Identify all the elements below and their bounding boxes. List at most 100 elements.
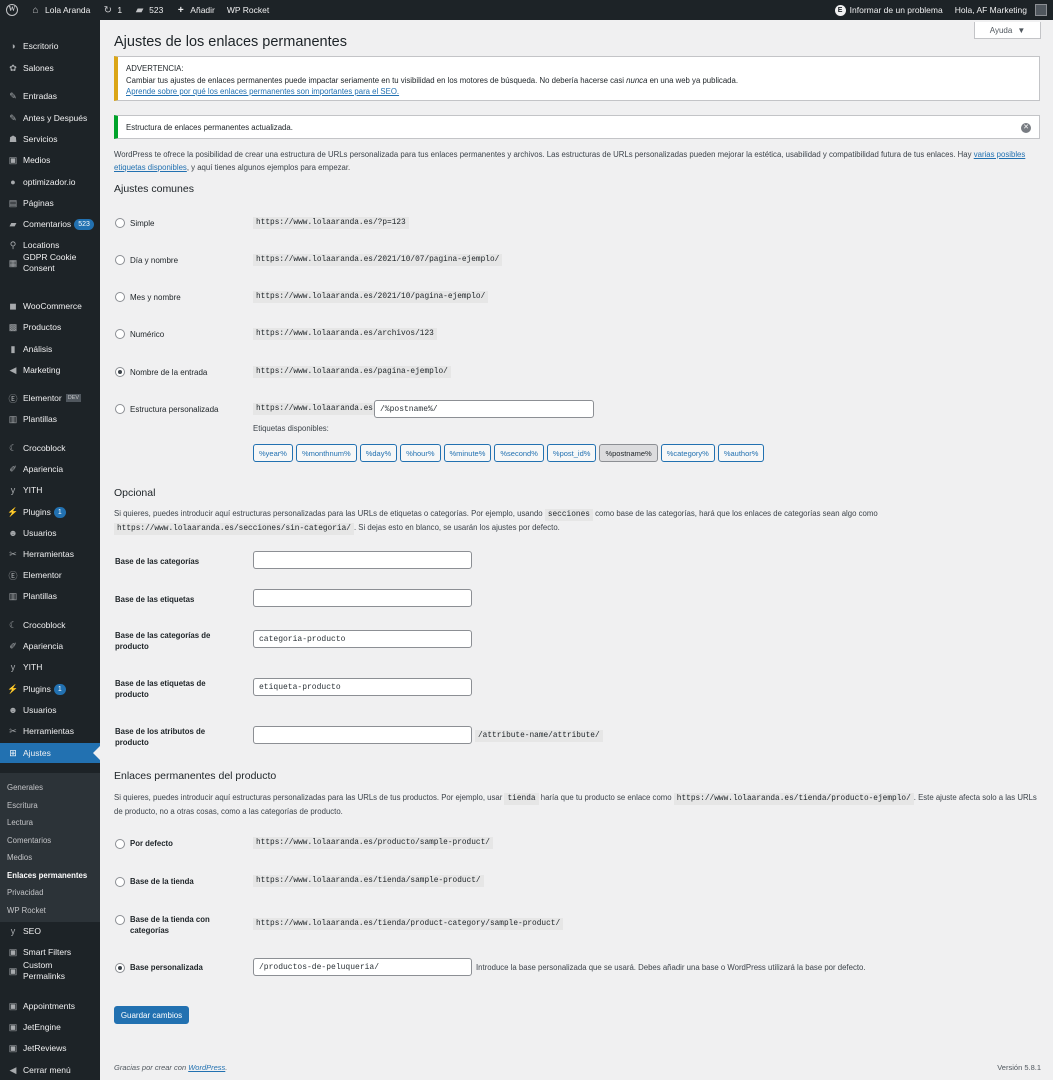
permalink-option-4[interactable]: Nombre de la entrada: [115, 367, 207, 377]
radio-button[interactable]: [115, 367, 125, 377]
submenu-item-wp-rocket[interactable]: WP Rocket: [7, 906, 46, 915]
sidebar-item-plantillas[interactable]: ▥ Plantillas: [0, 410, 100, 428]
sidebar-item-optimizador-io[interactable]: ● optimizador.io: [0, 173, 100, 191]
permalink-option-5[interactable]: Estructura personalizada: [115, 404, 219, 414]
sidebar-item-entradas[interactable]: ✎ Entradas: [0, 87, 100, 105]
radio-button[interactable]: [115, 255, 125, 265]
sidebar-item-servicios[interactable]: ☗ Servicios: [0, 130, 100, 148]
tag-button[interactable]: %year%: [253, 444, 293, 462]
submenu-item-enlaces-permanentes[interactable]: Enlaces permanentes: [7, 871, 87, 880]
product-base-option-2[interactable]: Base de la tienda con categorías: [115, 914, 230, 936]
permalink-option-2[interactable]: Mes y nombre: [115, 292, 181, 302]
tag-button[interactable]: %day%: [359, 444, 398, 462]
sidebar-item-marketing[interactable]: ◀ Marketing: [0, 361, 100, 379]
base-input[interactable]: [253, 589, 472, 607]
sidebar-item-label: JetEngine: [23, 1021, 61, 1032]
sidebar-item-páginas[interactable]: ▤ Páginas: [0, 194, 100, 212]
sidebar-item-plantillas[interactable]: ▥ Plantillas: [0, 587, 100, 605]
sidebar-item-apariencia[interactable]: ✐ Apariencia: [0, 460, 100, 478]
sidebar-item-elementor[interactable]: Ⓔ Elementor DEV: [0, 389, 100, 407]
sidebar-item-usuarios[interactable]: ☻ Usuarios: [0, 524, 100, 542]
sidebar-item-plugins[interactable]: ⚡ Plugins 1: [0, 680, 100, 698]
base-input[interactable]: etiqueta-producto: [253, 678, 472, 696]
sidebar-item-woocommerce[interactable]: ◼ WooCommerce: [0, 297, 100, 315]
sidebar-item-label: Usuarios: [23, 704, 57, 715]
wordpress-link[interactable]: WordPress: [188, 1063, 225, 1072]
base-input[interactable]: [253, 551, 472, 569]
save-changes-button[interactable]: Guardar cambios: [114, 1006, 189, 1024]
radio-button[interactable]: [115, 877, 125, 887]
sidebar-item-medios[interactable]: ▣ Medios: [0, 151, 100, 169]
tag-button[interactable]: %author%: [717, 444, 765, 462]
permalink-option-1[interactable]: Día y nombre: [115, 255, 178, 265]
sidebar-item-herramientas[interactable]: ✂ Herramientas: [0, 545, 100, 563]
tag-button[interactable]: %second%: [494, 444, 544, 462]
tag-button[interactable]: %postname%: [599, 444, 658, 462]
sidebar-item-cerrar-menú[interactable]: ◀ Cerrar menú: [0, 1061, 100, 1079]
sidebar-item-usuarios[interactable]: ☻ Usuarios: [0, 701, 100, 719]
submenu-item-comentarios[interactable]: Comentarios: [7, 836, 51, 845]
product-base-option-0[interactable]: Por defecto: [115, 838, 173, 849]
sidebar-item-análisis[interactable]: ▮ Análisis: [0, 340, 100, 358]
product-base-option-3[interactable]: Base personalizada: [115, 962, 203, 973]
sidebar-item-plugins[interactable]: ⚡ Plugins 1: [0, 503, 100, 521]
sidebar-item-escritorio[interactable]: ◑ Escritorio: [0, 37, 100, 55]
sidebar-item-crocoblock[interactable]: ☾ Crocoblock: [0, 616, 100, 634]
seo-learn-more-link[interactable]: Aprende sobre por qué los enlaces perman…: [126, 87, 399, 96]
report-issue-menu[interactable]: E Informar de un problema: [829, 0, 949, 20]
updates-menu[interactable]: ↻ 1: [96, 0, 128, 20]
product-base-option-1[interactable]: Base de la tienda: [115, 876, 194, 887]
sidebar-item-gdpr-cookie-consent[interactable]: ▦ GDPR Cookie Consent: [0, 251, 100, 275]
comments-menu[interactable]: ▰ 523: [128, 0, 169, 20]
sidebar-item-jetreviews[interactable]: ▣ JetReviews: [0, 1039, 100, 1057]
tag-button[interactable]: %post_id%: [546, 444, 597, 462]
wp-logo-menu[interactable]: W: [0, 0, 24, 20]
media-icon: ▣: [8, 154, 18, 165]
permalink-option-3[interactable]: Numérico: [115, 329, 164, 339]
custom-base-input[interactable]: /productos-de-peluqueria/: [253, 958, 472, 976]
sidebar-item-comentarios[interactable]: ▰ Comentarios 523: [0, 215, 100, 233]
sidebar-item-seo[interactable]: y SEO: [0, 922, 100, 940]
radio-button[interactable]: [115, 292, 125, 302]
sidebar-item-apariencia[interactable]: ✐ Apariencia: [0, 637, 100, 655]
sidebar-item-yith[interactable]: y YITH: [0, 481, 100, 499]
submenu-item-escritura[interactable]: Escritura: [7, 801, 38, 810]
submenu-item-medios[interactable]: Medios: [7, 853, 32, 862]
sidebar-item-label: Locations: [23, 239, 60, 250]
radio-button[interactable]: [115, 963, 125, 973]
permalink-option-0[interactable]: Simple: [115, 218, 154, 228]
site-name-menu[interactable]: ⌂ Lola Aranda: [24, 0, 96, 20]
help-tab-button[interactable]: Ayuda ▼: [974, 22, 1041, 39]
submenu-item-privacidad[interactable]: Privacidad: [7, 888, 43, 897]
sidebar-item-salones[interactable]: ✿ Salones: [0, 59, 100, 77]
plus-icon: +: [177, 4, 184, 16]
sidebar-item-custom-permalinks[interactable]: ▣ Custom Permalinks: [0, 959, 100, 983]
new-content-menu[interactable]: + Añadir: [169, 0, 221, 20]
sidebar-item-yith[interactable]: y YITH: [0, 658, 100, 676]
sidebar-item-elementor[interactable]: Ⓔ Elementor: [0, 566, 100, 584]
base-input[interactable]: [253, 726, 472, 744]
tag-button[interactable]: %monthnum%: [295, 444, 357, 462]
my-account-menu[interactable]: Hola, AF Marketing: [949, 0, 1053, 20]
custom-structure-input[interactable]: /%postname%/: [374, 400, 594, 418]
tag-button[interactable]: %hour%: [400, 444, 441, 462]
dismiss-notice-icon[interactable]: ✕: [1021, 123, 1031, 133]
wp-rocket-menu[interactable]: WP Rocket: [221, 0, 275, 20]
tag-button[interactable]: %category%: [660, 444, 715, 462]
submenu-item-generales[interactable]: Generales: [7, 783, 43, 792]
submenu-item-lectura[interactable]: Lectura: [7, 818, 33, 827]
sidebar-item-productos[interactable]: ▩ Productos: [0, 318, 100, 336]
sidebar-item-antes-y-después[interactable]: ✎ Antes y Después: [0, 109, 100, 127]
tag-button[interactable]: %minute%: [443, 444, 492, 462]
radio-button[interactable]: [115, 404, 125, 414]
base-input[interactable]: categoria-producto: [253, 630, 472, 648]
radio-button[interactable]: [115, 915, 125, 925]
radio-button[interactable]: [115, 839, 125, 849]
sidebar-item-ajustes[interactable]: ⊞ Ajustes: [0, 743, 100, 763]
sidebar-item-herramientas[interactable]: ✂ Herramientas: [0, 722, 100, 740]
sidebar-item-appointments[interactable]: ▣ Appointments: [0, 997, 100, 1015]
radio-button[interactable]: [115, 218, 125, 228]
sidebar-item-jetengine[interactable]: ▣ JetEngine: [0, 1018, 100, 1036]
radio-button[interactable]: [115, 329, 125, 339]
sidebar-item-crocoblock[interactable]: ☾ Crocoblock: [0, 439, 100, 457]
